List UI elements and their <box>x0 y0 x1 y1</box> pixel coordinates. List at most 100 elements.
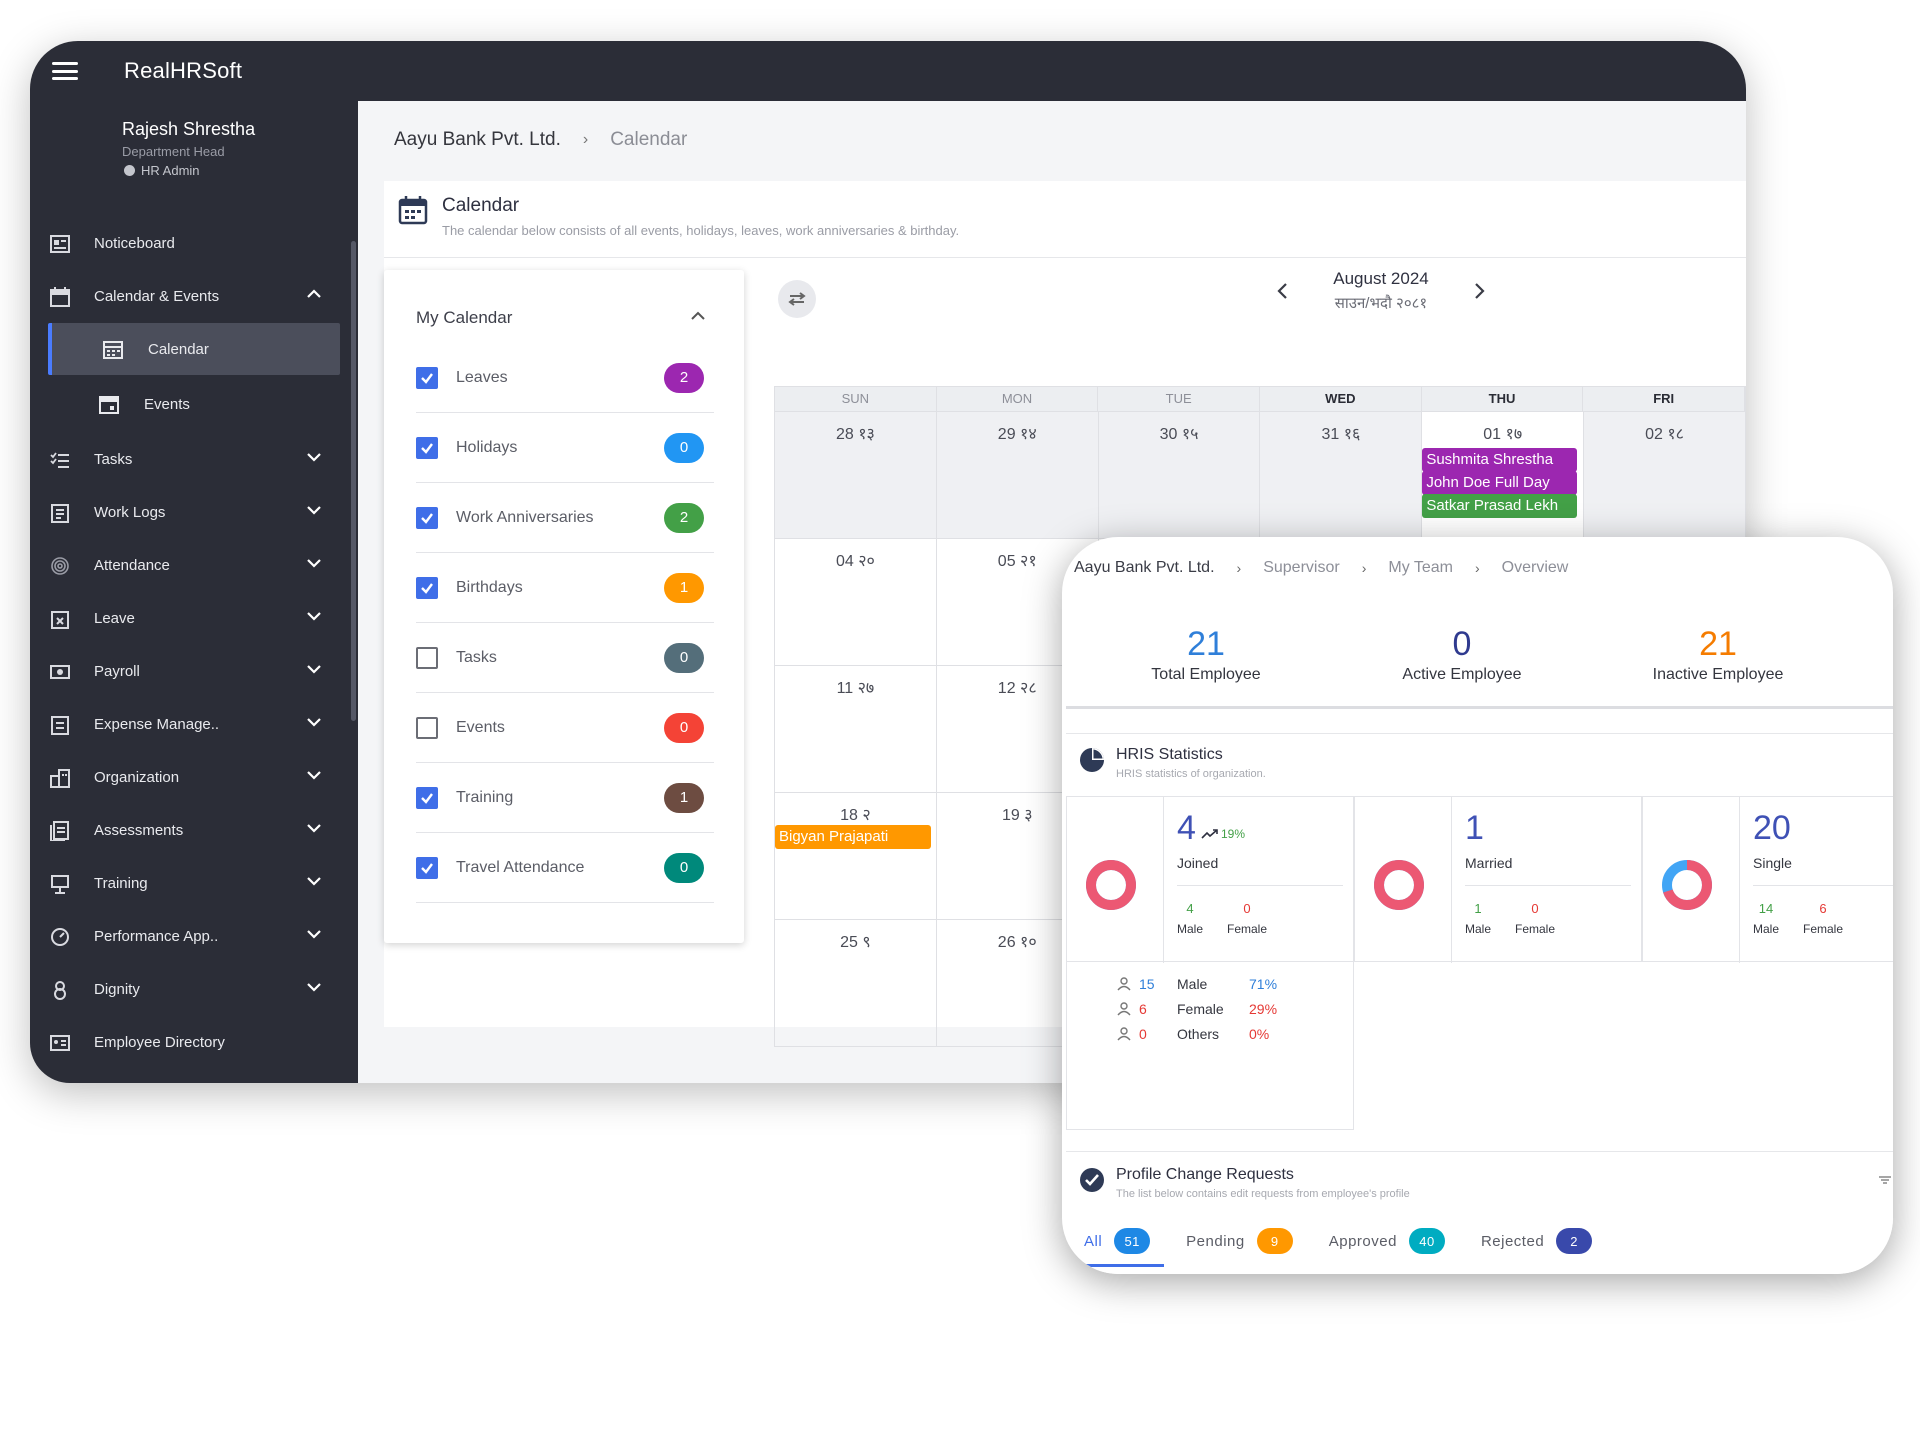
calendar-day-cell[interactable]: 18 २ Bigyan Prajapati <box>775 793 937 919</box>
chevron-down-icon <box>307 824 321 833</box>
calendar-event[interactable]: Bigyan Prajapati <box>775 825 931 849</box>
checkbox[interactable] <box>416 366 438 389</box>
chevron-down-icon <box>307 771 321 780</box>
my-calendar-item[interactable]: Travel Attendance 0 <box>416 833 714 903</box>
user-badge: HR Admin <box>124 163 358 178</box>
my-calendar-item[interactable]: Leaves 2 <box>416 343 714 413</box>
hris-stat-value: 4 <box>1177 809 1196 847</box>
stat-label: Inactive Employee <box>1652 666 1784 683</box>
sidebar-item-training[interactable]: Training <box>30 857 358 910</box>
calendar-event[interactable]: Satkar Prasad Lekh <box>1422 494 1578 518</box>
swap-icon[interactable] <box>778 280 816 318</box>
breadcrumb-item[interactable]: My Team <box>1388 559 1453 577</box>
app-brand: RealHRSoft <box>124 58 243 83</box>
chevron-left-icon[interactable] <box>1276 282 1290 300</box>
checkbox[interactable] <box>416 506 438 529</box>
sidebar-item-leave[interactable]: Leave <box>30 592 358 645</box>
trend-indicator: 19% <box>1201 827 1245 841</box>
my-calendar-item[interactable]: Birthdays 1 <box>416 553 714 623</box>
tab-label: Pending <box>1186 1232 1245 1250</box>
checkbox[interactable] <box>416 436 438 459</box>
hris-statistics-card: HRIS Statistics HRIS statistics of organ… <box>1066 733 1893 1130</box>
noticeboard-icon <box>48 233 72 255</box>
person-icon <box>1117 1002 1131 1016</box>
calendar-day-cell[interactable]: 04 २० <box>775 539 937 665</box>
my-calendar-item-label: Training <box>456 788 514 806</box>
menu-icon[interactable] <box>52 62 78 80</box>
calendar-day-cell[interactable]: 31 १६ <box>1260 412 1423 538</box>
assessments-icon <box>48 820 72 842</box>
calendar-day-cell[interactable]: 30 १५ <box>1099 412 1261 538</box>
pcr-subtitle: The list below contains edit requests fr… <box>1116 1188 1410 1200</box>
calendar-day-number: 01 १७ <box>1483 426 1523 443</box>
hris-stat-label: Single <box>1753 855 1792 871</box>
calendar-event[interactable]: John Doe Full Day <box>1422 471 1578 495</box>
checkbox[interactable] <box>416 716 438 739</box>
donut-share <box>1086 860 1136 910</box>
my-calendar-item[interactable]: Holidays 0 <box>416 413 714 483</box>
male-count: 14 Male <box>1753 901 1779 936</box>
my-calendar-item[interactable]: Training 1 <box>416 763 714 833</box>
divider <box>1739 797 1740 963</box>
sidebar-item-employee-directory[interactable]: Employee Directory <box>30 1016 358 1069</box>
sidebar-item-label: Payroll <box>94 663 140 680</box>
sidebar-item-tasks[interactable]: Tasks <box>30 433 358 486</box>
breadcrumb-item[interactable]: Aayu Bank Pvt. Ltd. <box>1074 559 1215 577</box>
sidebar-item-attendance[interactable]: Attendance <box>30 539 358 592</box>
sidebar-item-dignity[interactable]: Dignity <box>30 963 358 1016</box>
calendar-event[interactable]: Sushmita Shrestha <box>1422 448 1578 472</box>
checkbox[interactable] <box>416 856 438 879</box>
calendar-day-cell[interactable]: 11 २७ <box>775 666 937 792</box>
divider <box>1451 797 1452 963</box>
overview-breadcrumb: Aayu Bank Pvt. Ltd. › Supervisor › My Team › O… <box>1074 559 1568 577</box>
chevron-down-icon <box>307 453 321 462</box>
tab-rejected[interactable]: Rejected 2 <box>1480 1228 1593 1254</box>
sidebar-item-label: Assessments <box>94 822 184 839</box>
tab-pending[interactable]: Pending 9 <box>1186 1228 1293 1254</box>
chevron-down-icon <box>307 983 321 992</box>
sidebar-item-label: Dignity <box>94 981 140 998</box>
checkbox[interactable] <box>416 646 438 669</box>
calendar-day-cell[interactable]: 25 ९ <box>775 920 937 1046</box>
sidebar: Rajesh Shrestha Department Head HR Admin… <box>30 101 358 1083</box>
checkbox[interactable] <box>416 786 438 809</box>
breadcrumb-org[interactable]: Aayu Bank Pvt. Ltd. <box>394 129 561 151</box>
hris-title: HRIS Statistics <box>1116 746 1223 763</box>
sidebar-item-assessments[interactable]: Assessments <box>30 804 358 857</box>
calendar-day-cell[interactable]: 29 १४ <box>937 412 1099 538</box>
sidebar-item-performance-app[interactable]: Performance App.. <box>30 910 358 963</box>
male-count-value: 1 <box>1474 901 1482 916</box>
sidebar-subitem-calendar[interactable]: Calendar <box>48 323 340 375</box>
sidebar-item-noticeboard[interactable]: Noticeboard <box>30 217 358 270</box>
my-calendar-item[interactable]: Work Anniversaries 2 <box>416 483 714 553</box>
sidebar-subitem-events[interactable]: Events <box>30 375 358 433</box>
tab-approved[interactable]: Approved 40 <box>1329 1228 1445 1254</box>
sidebar-item-organization[interactable]: Organization <box>30 751 358 804</box>
chevron-up-icon[interactable] <box>690 308 706 324</box>
breadcrumb-item[interactable]: Supervisor <box>1263 559 1339 577</box>
calendar-day-cell[interactable]: 01 १७ Sushmita Shrestha John Doe Full Day S… <box>1422 412 1585 538</box>
checkbox[interactable] <box>416 576 438 599</box>
pie-chart-icon <box>1080 748 1104 772</box>
chevron-down-icon <box>307 718 321 727</box>
sidebar-item-label: Organization <box>94 769 180 786</box>
tab-all[interactable]: All 51 <box>1084 1228 1151 1254</box>
stat-label: Active Employee <box>1402 666 1522 683</box>
sidebar-item-payroll[interactable]: Payroll <box>30 645 358 698</box>
hris-stat-label: Joined <box>1177 855 1219 871</box>
breadcrumb-item: Overview <box>1501 559 1569 576</box>
sidebar-item-expense-manage[interactable]: Expense Manage.. <box>30 698 358 751</box>
tab-label: Rejected <box>1480 1232 1545 1250</box>
my-calendar-item[interactable]: Events 0 <box>416 693 714 763</box>
calendar-day-cell[interactable]: 28 १३ <box>775 412 937 538</box>
filter-icon[interactable] <box>1879 1174 1891 1186</box>
my-calendar-title: My Calendar <box>416 308 513 327</box>
my-calendar-item[interactable]: Tasks 0 <box>416 623 714 693</box>
profile-change-requests-card: Profile Change Requests The list below c… <box>1066 1151 1893 1274</box>
hris-stat-box: 4 19% Joined 4 Male 0 Female <box>1066 796 1354 963</box>
sidebar-item-work-logs[interactable]: Work Logs <box>30 486 358 539</box>
sidebar-item-calendar-events[interactable]: Calendar & Events <box>30 270 358 323</box>
calendar-day-cell[interactable]: 02 १८ <box>1584 412 1746 538</box>
divider <box>1753 885 1893 886</box>
chevron-right-icon[interactable] <box>1472 282 1486 300</box>
